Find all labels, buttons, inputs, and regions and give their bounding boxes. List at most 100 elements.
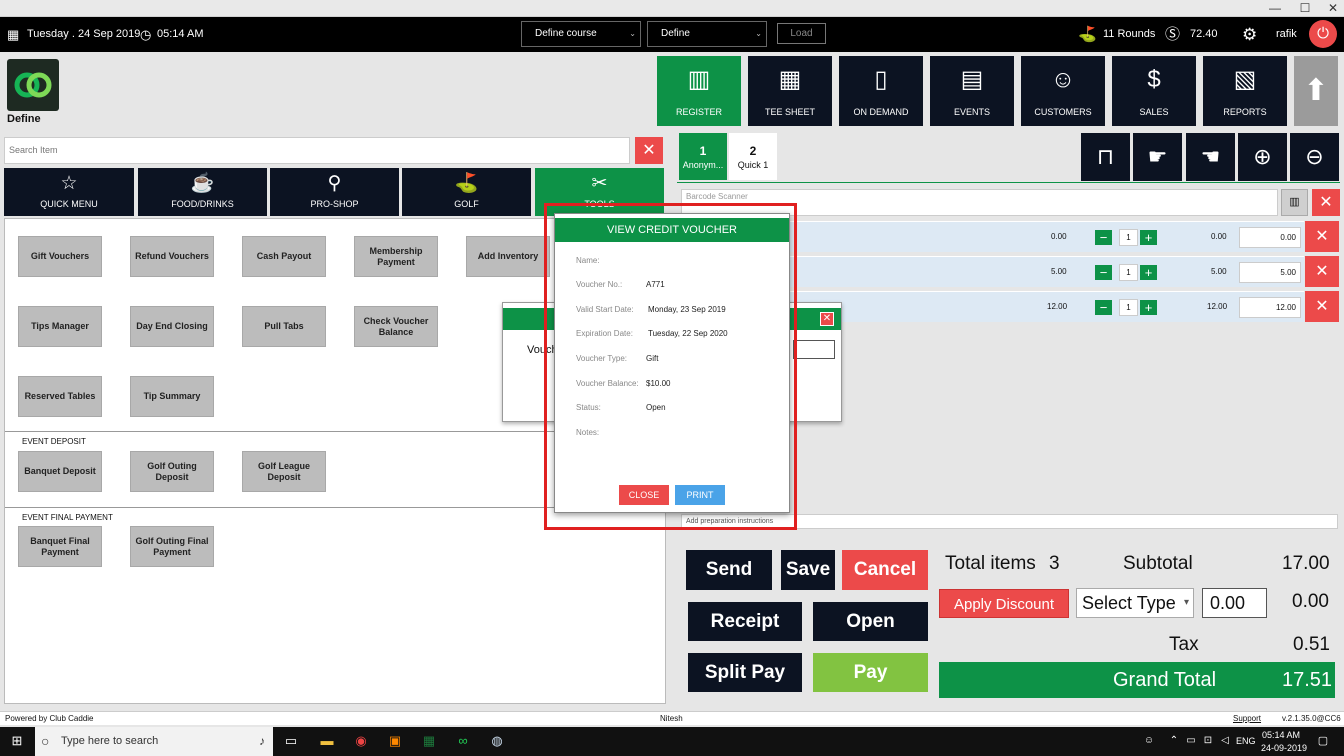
minus-icon[interactable]: − <box>1095 230 1112 245</box>
table-icon[interactable]: ⊓ <box>1081 133 1130 181</box>
plus-circle-icon[interactable]: ⊕ <box>1238 133 1287 181</box>
hand-card-icon[interactable]: ☛ <box>1133 133 1182 181</box>
order-tab-1[interactable]: 1 Anonym... <box>679 133 727 180</box>
search-item-input[interactable]: Search Item <box>4 137 630 164</box>
people-icon[interactable]: ☺ <box>1140 732 1158 750</box>
nav-customers[interactable]: ☺ CUSTOMERS <box>1021 56 1105 126</box>
nav-reports[interactable]: ▧ REPORTS <box>1203 56 1287 126</box>
language-indicator[interactable]: ENG <box>1236 736 1256 746</box>
membership-payment-button[interactable]: Membership Payment <box>354 236 438 277</box>
apply-discount-button[interactable]: Apply Discount <box>939 589 1069 618</box>
user-name[interactable]: rafik <box>1276 17 1297 52</box>
barcode-icon[interactable]: ▥ <box>1281 189 1308 216</box>
discount-input[interactable]: 0.00 <box>1202 588 1267 618</box>
customers-icon: ☺ <box>1050 66 1076 93</box>
plus-icon[interactable]: + <box>1140 300 1157 315</box>
chevron-up-icon[interactable]: ⌃ <box>1165 732 1183 750</box>
cash-payout-button[interactable]: Cash Payout <box>242 236 326 277</box>
maximize-button[interactable]: ☐ <box>1290 0 1320 17</box>
windows-start-icon[interactable]: ⊞ <box>8 732 26 750</box>
chrome-icon[interactable]: ◉ <box>352 732 370 750</box>
hand-payment-icon[interactable]: ☚ <box>1186 133 1235 181</box>
power-icon[interactable]: ⏻ <box>1309 20 1337 48</box>
tips-manager-button[interactable]: Tips Manager <box>18 306 102 347</box>
remove-item-button[interactable]: ✕ <box>1305 221 1339 252</box>
notification-icon[interactable]: ▢ <box>1314 732 1332 750</box>
powered-by: Powered by Club Caddie <box>5 714 94 723</box>
open-button[interactable]: Open <box>813 602 928 641</box>
course-select[interactable]: Define course ⌄ <box>521 21 641 47</box>
arrow-up-icon[interactable]: ⬆ <box>1294 56 1338 126</box>
nav-events[interactable]: ▤ EVENTS <box>930 56 1014 126</box>
tip-summary-button[interactable]: Tip Summary <box>130 376 214 417</box>
minus-icon[interactable]: − <box>1095 300 1112 315</box>
nav-on-demand[interactable]: ▯ ON DEMAND <box>839 56 923 126</box>
task-view-icon[interactable]: ▭ <box>282 732 300 750</box>
receipt-button[interactable]: Receipt <box>688 602 802 641</box>
remove-item-button[interactable]: ✕ <box>1305 256 1339 287</box>
minimize-button[interactable]: — <box>1260 0 1290 17</box>
category-food-drinks[interactable]: ☕ FOOD/DRINKS <box>138 168 267 216</box>
club-caddie-icon[interactable]: ∞ <box>454 732 472 750</box>
excel-icon[interactable]: ▦ <box>420 732 438 750</box>
reserved-tables-button[interactable]: Reserved Tables <box>18 376 102 417</box>
microphone-icon[interactable]: ♪ <box>259 727 265 756</box>
category-quick-menu[interactable]: ☆ QUICK MENU <box>4 168 134 216</box>
nav-sales[interactable]: $ SALES <box>1112 56 1196 126</box>
taskbar-search[interactable]: ○ Type here to search ♪ <box>35 727 273 756</box>
remove-item-button[interactable]: ✕ <box>1305 291 1339 322</box>
clear-barcode-button[interactable]: ✕ <box>1312 189 1340 216</box>
add-inventory-button[interactable]: Add Inventory <box>466 236 550 277</box>
golf-outing-deposit-button[interactable]: Golf Outing Deposit <box>130 451 214 492</box>
define-select[interactable]: Define ⌄ <box>647 21 767 47</box>
nav-register[interactable]: ▥ REGISTER <box>657 56 741 126</box>
golf-outing-final-payment-button[interactable]: Golf Outing Final Payment <box>130 526 214 567</box>
split-pay-button[interactable]: Split Pay <box>688 653 802 692</box>
gift-vouchers-button[interactable]: Gift Vouchers <box>18 236 102 277</box>
nav-tee-sheet[interactable]: ▦ TEE SHEET <box>748 56 832 126</box>
send-button[interactable]: Send <box>686 550 772 590</box>
app-icon[interactable]: ◍ <box>488 732 506 750</box>
pay-button[interactable]: Pay <box>813 653 928 692</box>
battery-icon[interactable]: ▭ <box>1182 732 1200 750</box>
taskbar-time[interactable]: 05:14 AM <box>1262 730 1300 740</box>
order-tab-2[interactable]: 2 Quick 1 <box>729 133 777 180</box>
banquet-final-payment-button[interactable]: Banquet Final Payment <box>18 526 102 567</box>
minus-icon[interactable]: − <box>1095 265 1112 280</box>
balance-value[interactable]: 72.40 <box>1190 17 1218 52</box>
clear-search-button[interactable]: ✕ <box>635 137 663 164</box>
save-button[interactable]: Save <box>781 550 835 590</box>
golf-league-deposit-button[interactable]: Golf League Deposit <box>242 451 326 492</box>
gear-icon[interactable]: ⚙ <box>1242 17 1257 52</box>
taskbar-date[interactable]: 24-09-2019 <box>1261 743 1307 753</box>
nav-on-demand-label: ON DEMAND <box>853 107 909 117</box>
item-qty[interactable]: 1 <box>1119 229 1138 246</box>
item-amount-input[interactable]: 0.00 <box>1239 227 1301 248</box>
network-icon[interactable]: ⊡ <box>1199 732 1217 750</box>
rounds-count[interactable]: 11 Rounds <box>1103 17 1155 52</box>
category-golf[interactable]: ⛳ GOLF <box>402 168 531 216</box>
check-voucher-balance-button[interactable]: Check Voucher Balance <box>354 306 438 347</box>
voucher-number-input[interactable] <box>793 340 835 359</box>
support-link[interactable]: Support <box>1233 712 1261 725</box>
item-qty[interactable]: 1 <box>1119 299 1138 316</box>
banquet-deposit-button[interactable]: Banquet Deposit <box>18 451 102 492</box>
load-button[interactable]: Load <box>777 23 826 44</box>
sublime-icon[interactable]: ▣ <box>386 732 404 750</box>
window-close-button[interactable]: ✕ <box>1318 0 1344 17</box>
category-pro-shop[interactable]: ⚲ PRO-SHOP <box>270 168 399 216</box>
item-amount-input[interactable]: 5.00 <box>1239 262 1301 283</box>
file-explorer-icon[interactable]: ▬ <box>318 732 336 750</box>
pull-tabs-button[interactable]: Pull Tabs <box>242 306 326 347</box>
refund-vouchers-button[interactable]: Refund Vouchers <box>130 236 214 277</box>
day-end-closing-button[interactable]: Day End Closing <box>130 306 214 347</box>
discount-type-select[interactable]: Select Type ▾ <box>1076 588 1194 618</box>
item-amount-input[interactable]: 12.00 <box>1239 297 1301 318</box>
plus-icon[interactable]: + <box>1140 265 1157 280</box>
minus-circle-icon[interactable]: ⊖ <box>1290 133 1339 181</box>
plus-icon[interactable]: + <box>1140 230 1157 245</box>
volume-icon[interactable]: ◁ <box>1216 732 1234 750</box>
item-qty[interactable]: 1 <box>1119 264 1138 281</box>
cancel-button[interactable]: Cancel <box>842 550 928 590</box>
close-icon[interactable]: ✕ <box>820 312 834 326</box>
